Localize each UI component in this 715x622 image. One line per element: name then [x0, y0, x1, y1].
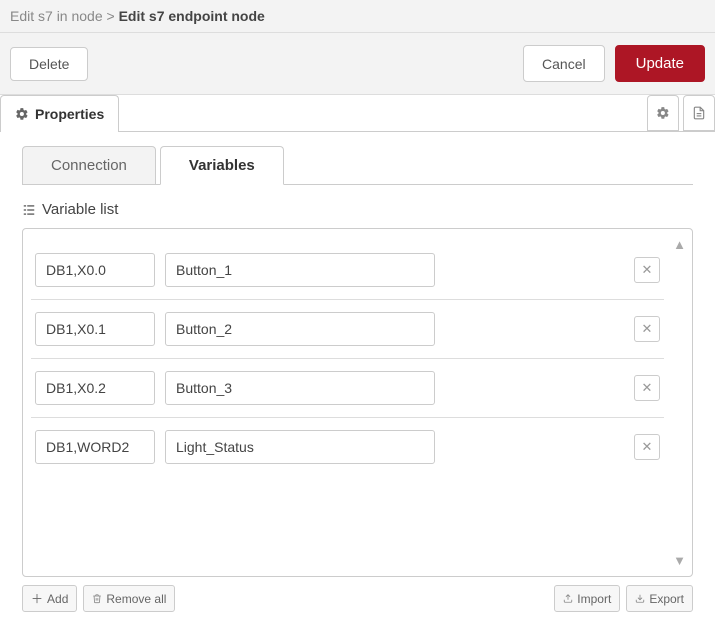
variable-name-input[interactable]: [165, 430, 435, 464]
tab-properties-label: Properties: [35, 106, 104, 122]
variable-address-input[interactable]: [35, 430, 155, 464]
variable-row: ✕: [31, 418, 664, 476]
delete-row-button[interactable]: ✕: [634, 434, 660, 460]
download-icon: [635, 593, 645, 604]
variable-list-header: Variable list: [22, 201, 693, 218]
close-icon: ✕: [642, 380, 653, 396]
import-button[interactable]: Import: [554, 585, 620, 612]
scroll-up-icon[interactable]: ▲: [673, 237, 686, 252]
import-label: Import: [577, 592, 611, 606]
document-icon: [692, 106, 706, 120]
main-tabs: Properties: [0, 95, 715, 132]
close-icon: ✕: [642, 262, 653, 278]
breadcrumb-current: Edit s7 endpoint node: [119, 8, 265, 24]
close-icon: ✕: [642, 439, 653, 455]
delete-row-button[interactable]: ✕: [634, 375, 660, 401]
breadcrumb-sep: >: [107, 8, 115, 24]
variable-name-input[interactable]: [165, 371, 435, 405]
settings-icon-button[interactable]: [647, 95, 679, 131]
action-bar: Delete Cancel Update: [0, 33, 715, 95]
tab-variables[interactable]: Variables: [160, 146, 284, 185]
variable-name-input[interactable]: [165, 253, 435, 287]
delete-row-button[interactable]: ✕: [634, 316, 660, 342]
close-icon: ✕: [642, 321, 653, 337]
scroll-down-icon[interactable]: ▼: [673, 553, 686, 568]
variable-row: ✕: [31, 300, 664, 359]
variable-row: ✕: [31, 359, 664, 418]
remove-all-button[interactable]: Remove all: [83, 585, 175, 612]
plus-icon: ＋: [31, 590, 43, 607]
remove-all-label: Remove all: [106, 592, 166, 606]
variable-row: ✕: [31, 241, 664, 300]
variable-address-input[interactable]: [35, 371, 155, 405]
trash-icon: [92, 593, 102, 604]
breadcrumb: Edit s7 in node > Edit s7 endpoint node: [0, 0, 715, 33]
gear-icon: [15, 107, 29, 121]
export-label: Export: [649, 592, 684, 606]
variable-address-input[interactable]: [35, 253, 155, 287]
upload-icon: [563, 593, 573, 604]
add-label: Add: [47, 592, 68, 606]
variable-panel: ▲ ✕ ✕ ✕ ✕ ▼: [22, 228, 693, 577]
tab-properties[interactable]: Properties: [0, 95, 119, 132]
breadcrumb-prev[interactable]: Edit s7 in node: [10, 8, 103, 24]
export-button[interactable]: Export: [626, 585, 693, 612]
update-button[interactable]: Update: [615, 45, 705, 82]
delete-button[interactable]: Delete: [10, 47, 88, 81]
cancel-button[interactable]: Cancel: [523, 45, 605, 82]
delete-row-button[interactable]: ✕: [634, 257, 660, 283]
sub-tabs: Connection Variables: [22, 146, 693, 185]
variable-list-label: Variable list: [42, 201, 118, 218]
list-icon: [22, 203, 36, 217]
add-button[interactable]: ＋ Add: [22, 585, 77, 612]
variable-address-input[interactable]: [35, 312, 155, 346]
gear-icon: [656, 106, 670, 120]
docs-icon-button[interactable]: [683, 95, 715, 131]
footer-bar: ＋ Add Remove all Import Expor: [22, 585, 693, 612]
tab-connection[interactable]: Connection: [22, 146, 156, 185]
variable-name-input[interactable]: [165, 312, 435, 346]
